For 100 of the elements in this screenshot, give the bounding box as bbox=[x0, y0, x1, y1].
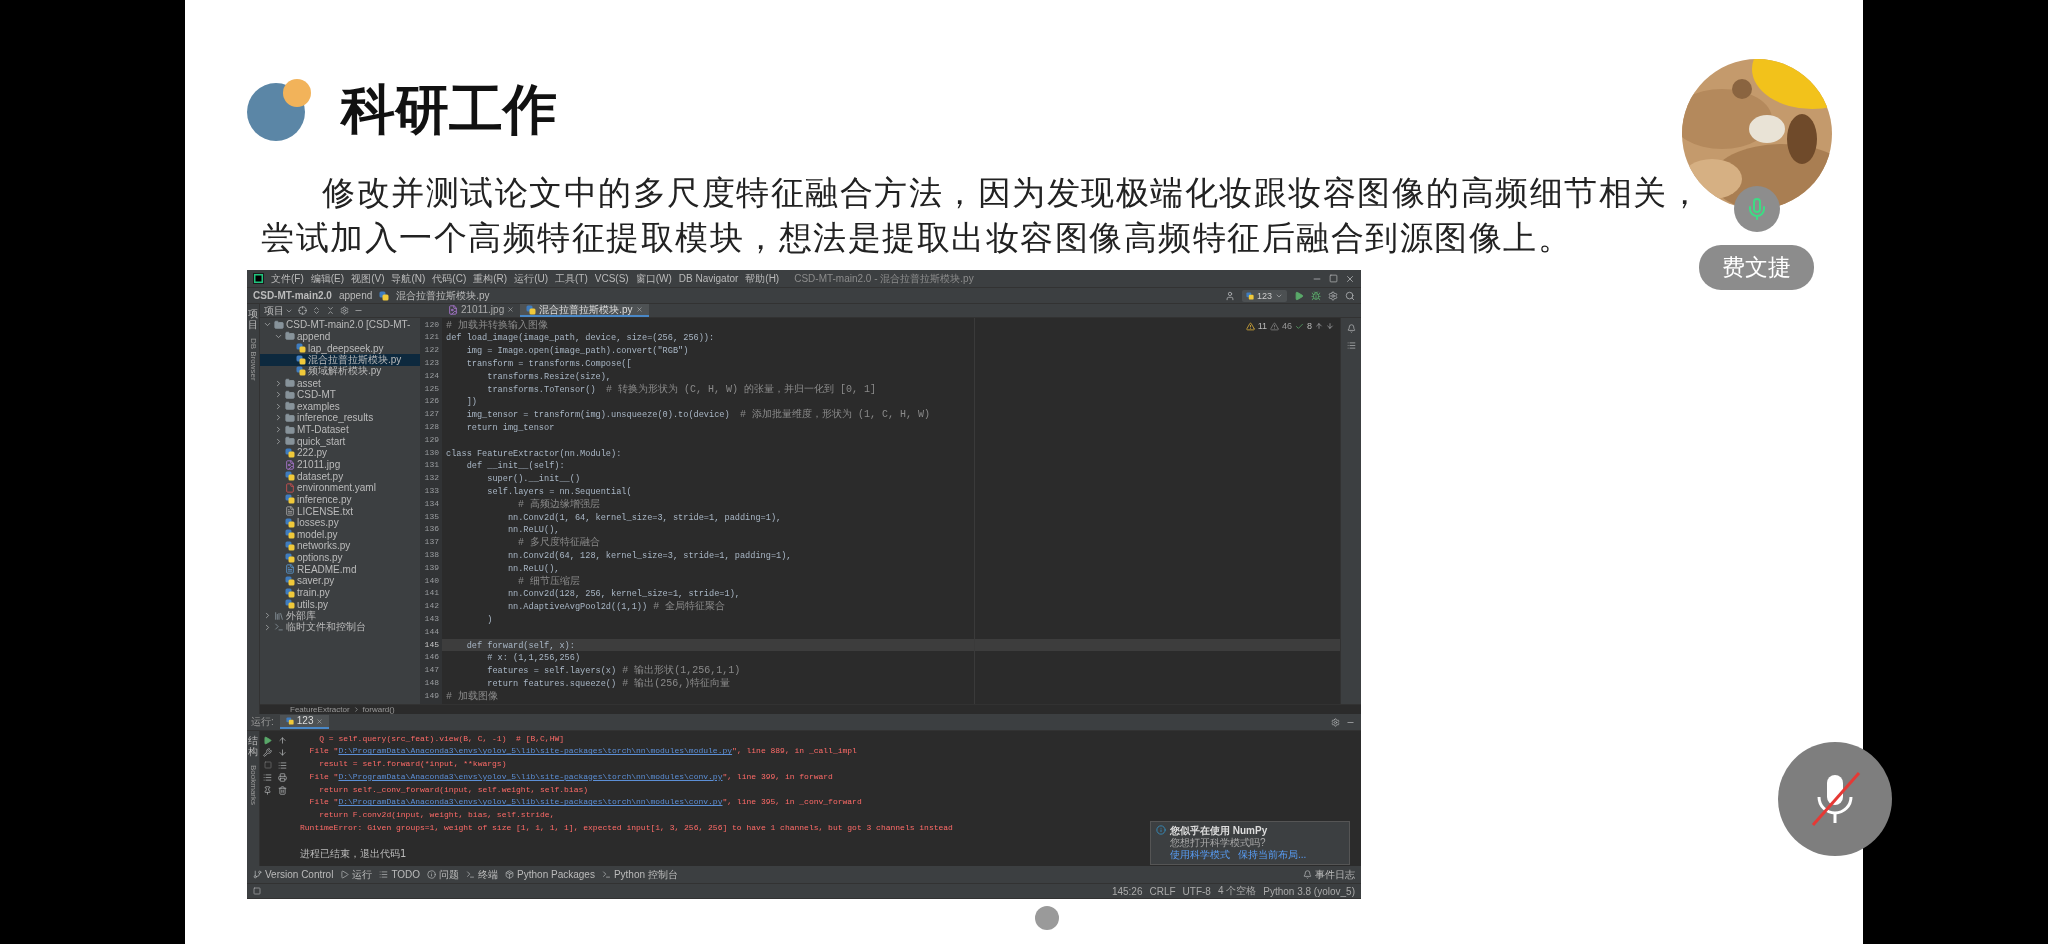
run-tab[interactable]: 123 bbox=[279, 715, 330, 729]
tree-item[interactable]: CSD-MT-main2.0 [CSD-MT- bbox=[260, 319, 420, 331]
settings-icon[interactable] bbox=[1331, 717, 1340, 727]
menu-item[interactable]: 窗口(W) bbox=[635, 271, 672, 286]
tree-item[interactable]: 222.py bbox=[260, 447, 420, 459]
maximize-icon[interactable] bbox=[1329, 274, 1338, 283]
editor-tab[interactable]: 混合拉普拉斯模块.py bbox=[520, 304, 649, 317]
editor-tab[interactable]: 21011.jpg bbox=[442, 304, 521, 317]
settings-icon[interactable] bbox=[1328, 290, 1338, 301]
bookmarks-tool-label[interactable]: Bookmarks bbox=[248, 765, 258, 805]
down-icon[interactable] bbox=[278, 748, 287, 758]
structure-icon[interactable] bbox=[1346, 341, 1356, 350]
notification-link[interactable]: 使用科学模式 bbox=[1170, 849, 1230, 861]
locate-icon[interactable] bbox=[298, 306, 307, 315]
menu-item[interactable]: DB Navigator bbox=[678, 273, 739, 284]
menu-item[interactable]: 重构(R) bbox=[473, 271, 508, 286]
tree-item[interactable]: losses.py bbox=[260, 516, 420, 529]
run-config-dropdown[interactable]: 123 bbox=[1241, 289, 1287, 302]
menu-item[interactable]: 编辑(E) bbox=[310, 271, 345, 286]
status-item[interactable]: UTF-8 bbox=[1182, 885, 1211, 897]
menu-item[interactable]: VCS(S) bbox=[594, 273, 629, 284]
tool-window-tab[interactable]: 事件日志 bbox=[1303, 867, 1355, 882]
tool-window-tab[interactable]: Version Control bbox=[253, 869, 334, 880]
collapse-all-icon[interactable] bbox=[326, 306, 335, 315]
status-item[interactable]: 4 个空格 bbox=[1217, 884, 1257, 898]
up-icon[interactable] bbox=[278, 735, 287, 745]
tree-item[interactable]: dataset.py bbox=[260, 470, 420, 482]
status-item[interactable]: Python 3.8 (yolov_5) bbox=[1263, 885, 1355, 897]
search-icon[interactable] bbox=[1345, 290, 1355, 301]
nav-path-item[interactable]: 混合拉普拉斯模块.py bbox=[396, 288, 490, 303]
tree-item[interactable]: utils.py bbox=[260, 598, 420, 610]
tool-window-tab[interactable]: 运行 bbox=[340, 867, 373, 882]
close-icon[interactable] bbox=[507, 306, 515, 313]
breadcrumb-item[interactable]: FeatureExtractor bbox=[290, 705, 350, 714]
tree-item[interactable]: asset bbox=[260, 377, 420, 389]
file-link[interactable]: D:\ProgramData\Anaconda3\envs\yolov_5\lib\site-packages\torch\nn\modules\module.py bbox=[338, 746, 733, 756]
menu-item[interactable]: 运行(U) bbox=[514, 271, 549, 286]
tree-item[interactable]: inference.py bbox=[260, 493, 420, 506]
layout-icon[interactable] bbox=[263, 773, 272, 783]
tool-window-tab[interactable]: 终端 bbox=[466, 867, 499, 882]
notification-link[interactable]: 保持当前布局... bbox=[1238, 849, 1307, 861]
tree-item[interactable]: saver.py bbox=[260, 575, 420, 587]
debug-icon[interactable] bbox=[1311, 290, 1321, 301]
tree-item[interactable]: LICENSE.txt bbox=[260, 505, 420, 517]
close-icon[interactable] bbox=[316, 717, 324, 725]
notification-icon[interactable] bbox=[1346, 324, 1356, 333]
tree-item[interactable]: 频域解析模块.py bbox=[260, 365, 420, 378]
project-tool-label[interactable]: 项目 bbox=[248, 308, 258, 330]
close-icon[interactable] bbox=[635, 306, 643, 313]
chevron-right-icon[interactable] bbox=[274, 390, 283, 400]
tree-item[interactable]: environment.yaml bbox=[260, 481, 420, 494]
tree-item[interactable]: examples bbox=[260, 400, 420, 413]
tree-item[interactable]: inference_results bbox=[260, 412, 420, 424]
close-icon[interactable] bbox=[1345, 273, 1355, 284]
tree-item[interactable]: quick_start bbox=[260, 435, 420, 448]
run-icon[interactable] bbox=[1294, 290, 1304, 301]
soft-wrap-icon[interactable] bbox=[278, 760, 287, 770]
status-item[interactable]: CRLF bbox=[1149, 885, 1176, 897]
settings-icon[interactable] bbox=[340, 306, 349, 315]
tool-window-tab[interactable]: TODO bbox=[379, 869, 421, 880]
db-browser-tool-label[interactable]: DB Browser bbox=[248, 338, 258, 381]
tree-item[interactable]: 外部库 bbox=[260, 610, 420, 622]
tree-item[interactable]: CSD-MT bbox=[260, 388, 420, 401]
menu-item[interactable]: 视图(V) bbox=[351, 271, 385, 286]
menu-item[interactable]: 工具(T) bbox=[555, 271, 588, 286]
nav-path-item[interactable]: CSD-MT-main2.0 bbox=[253, 290, 332, 301]
user-icon[interactable] bbox=[1224, 290, 1235, 301]
tree-item[interactable]: README.md bbox=[260, 563, 420, 576]
tool-window-tab[interactable]: 问题 bbox=[427, 867, 460, 882]
nav-path-item[interactable]: append bbox=[338, 290, 373, 301]
weak-warning-count[interactable]: 46 bbox=[1281, 321, 1292, 331]
stop-icon[interactable] bbox=[263, 761, 272, 770]
next-icon[interactable] bbox=[1326, 322, 1334, 330]
project-view-dropdown[interactable]: 项目 bbox=[264, 303, 293, 318]
chevron-right-icon[interactable] bbox=[274, 425, 283, 435]
chevron-right-icon[interactable] bbox=[274, 436, 283, 446]
file-link[interactable]: D:\ProgramData\Anaconda3\envs\yolov_5\lib\site-packages\torch\nn\modules\conv.py bbox=[338, 771, 723, 781]
tree-item[interactable]: 临时文件和控制台 bbox=[260, 621, 420, 634]
menu-item[interactable]: 代码(C) bbox=[432, 271, 467, 286]
tree-item[interactable]: model.py bbox=[260, 528, 420, 541]
warning-count[interactable]: 11 bbox=[1257, 321, 1267, 331]
tree-item[interactable]: train.py bbox=[260, 586, 420, 599]
previous-icon[interactable] bbox=[1315, 322, 1323, 330]
menu-item[interactable]: 帮助(H) bbox=[745, 271, 780, 286]
wrench-icon[interactable] bbox=[263, 748, 272, 758]
chevron-right-icon[interactable] bbox=[274, 378, 283, 388]
tree-item[interactable]: 21011.jpg bbox=[260, 458, 420, 471]
chevron-right-icon[interactable] bbox=[263, 611, 272, 621]
tree-item[interactable]: lap_deepseek.py bbox=[260, 342, 420, 354]
chevron-right-icon[interactable] bbox=[274, 401, 283, 411]
menu-item[interactable]: 导航(N) bbox=[391, 271, 426, 286]
typo-count[interactable]: 8 bbox=[1307, 321, 1312, 331]
tree-item[interactable]: append bbox=[260, 330, 420, 343]
pin-icon[interactable] bbox=[263, 785, 272, 795]
tool-window-tab[interactable]: Python Packages bbox=[505, 869, 595, 880]
tree-item[interactable]: 混合拉普拉斯模块.py bbox=[260, 353, 420, 366]
breadcrumb-item[interactable]: forward() bbox=[362, 705, 395, 714]
expand-all-icon[interactable] bbox=[312, 306, 321, 315]
tool-window-tab[interactable]: Python 控制台 bbox=[601, 867, 678, 882]
structure-tool-label[interactable]: 结构 bbox=[248, 735, 258, 757]
